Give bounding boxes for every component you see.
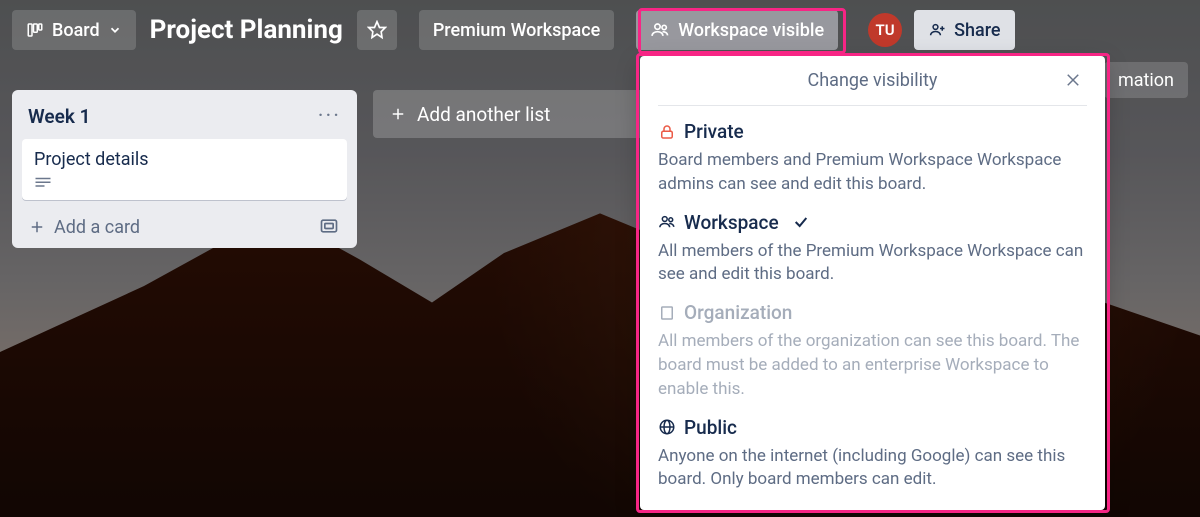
visibility-option-public[interactable]: Public Anyone on the internet (including… <box>658 402 1087 493</box>
plus-icon <box>28 218 46 236</box>
chevron-down-icon <box>108 23 122 37</box>
board-view-switcher[interactable]: Board <box>12 10 136 50</box>
workspace-button[interactable]: Premium Workspace <box>419 10 614 50</box>
add-list-label: Add another list <box>417 103 550 126</box>
card-template-button[interactable] <box>319 216 341 238</box>
member-avatar[interactable]: TU <box>868 13 902 47</box>
visibility-button[interactable]: Workspace visible <box>636 10 838 50</box>
list-title[interactable]: Week 1 <box>28 105 90 128</box>
globe-icon <box>658 418 676 436</box>
workspace-label: Premium Workspace <box>433 20 600 41</box>
board-view-label: Board <box>52 20 100 41</box>
popover-header: Change visibility <box>658 56 1087 106</box>
board-header: Board Project Planning Premium Workspace… <box>0 0 1200 60</box>
description-icon <box>34 176 335 190</box>
option-label: Organization <box>684 301 792 324</box>
star-board-button[interactable] <box>357 10 397 50</box>
lock-icon <box>658 123 676 141</box>
list-footer: Add a card <box>22 210 347 240</box>
option-label: Workspace <box>684 211 779 234</box>
option-label: Private <box>684 120 744 143</box>
list-header: Week 1 ··· <box>22 100 347 139</box>
add-card-button[interactable]: Add a card <box>28 217 140 238</box>
plus-icon <box>389 105 407 123</box>
card-project-details[interactable]: Project details <box>22 139 347 200</box>
people-icon <box>650 20 670 40</box>
add-card-label: Add a card <box>54 217 140 238</box>
automation-label: mation <box>1118 70 1174 91</box>
visibility-option-workspace[interactable]: Workspace All members of the Premium Wor… <box>658 197 1087 288</box>
popover-title: Change visibility <box>808 70 938 91</box>
org-icon <box>658 304 676 322</box>
visibility-popover: Change visibility Private Board members … <box>640 56 1105 510</box>
option-description: Board members and Premium Workspace Work… <box>658 149 1087 197</box>
list-menu-button[interactable]: ··· <box>318 104 341 129</box>
board-canvas: Week 1 ··· Project details Add a card <box>12 90 718 248</box>
share-label: Share <box>954 20 1000 41</box>
card-title: Project details <box>34 149 335 170</box>
visibility-label: Workspace visible <box>678 20 824 41</box>
visibility-option-private[interactable]: Private Board members and Premium Worksp… <box>658 106 1087 197</box>
visibility-option-organization: Organization All members of the organiza… <box>658 287 1087 401</box>
popover-close-button[interactable] <box>1059 66 1087 94</box>
check-icon <box>793 214 809 230</box>
board-icon <box>26 21 44 39</box>
close-icon <box>1064 71 1082 89</box>
board-title[interactable]: Project Planning <box>150 15 343 45</box>
automation-button[interactable]: mation <box>1104 62 1188 98</box>
share-button[interactable]: Share <box>914 10 1014 50</box>
option-description: All members of the Premium Workspace Wor… <box>658 240 1087 288</box>
option-description: All members of the organization can see … <box>658 330 1087 401</box>
list-week-1: Week 1 ··· Project details Add a card <box>12 90 357 248</box>
avatar-initials: TU <box>876 21 895 39</box>
add-user-icon <box>928 21 946 39</box>
people-icon <box>658 213 676 231</box>
option-description: Anyone on the internet (including Google… <box>658 445 1087 493</box>
option-label: Public <box>684 416 737 439</box>
